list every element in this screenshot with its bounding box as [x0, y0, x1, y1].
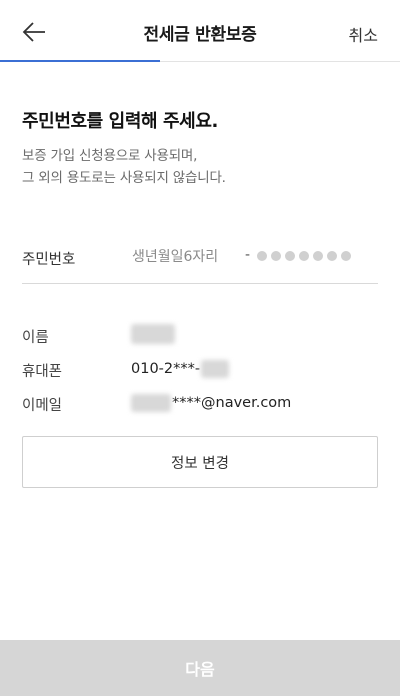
email-value: ****@naver.com	[131, 394, 291, 412]
phone-text: 010-2***-	[131, 361, 201, 377]
page-title: 전세금 반환보증	[143, 25, 257, 45]
phone-redacted	[201, 360, 230, 378]
masked-digit-dot	[313, 251, 323, 261]
masked-digit-dot	[341, 251, 351, 261]
description-line-2: 그 외의 용도로는 사용되지 않습니다.	[22, 170, 226, 186]
masked-digit-dot	[327, 251, 337, 261]
email-label: 이메일	[22, 398, 63, 414]
header: 전세금 반환보증 취소	[0, 0, 400, 62]
name-label: 이름	[22, 330, 49, 346]
section-heading: 주민번호를 입력해 주세요.	[22, 111, 218, 132]
phone-label: 휴대폰	[22, 364, 63, 380]
section-description: 보증 가입 신청용으로 사용되며, 그 외의 용도로는 사용되지 않습니다.	[22, 145, 226, 189]
next-button[interactable]: 다음	[0, 640, 400, 696]
phone-value: 010-2***-	[131, 360, 230, 378]
masked-digit-dot	[285, 251, 295, 261]
name-value	[131, 324, 175, 344]
rrn-separator: -	[245, 247, 251, 263]
cancel-button[interactable]: 취소	[349, 22, 378, 46]
app-screen: 전세금 반환보증 취소 주민번호를 입력해 주세요. 보증 가입 신청용으로 사…	[0, 0, 400, 696]
birthdate-input[interactable]	[132, 240, 246, 274]
email-redacted	[131, 394, 171, 412]
rrn-label: 주민번호	[22, 252, 76, 268]
rrn-back-masked-input[interactable]	[257, 251, 351, 261]
description-line-1: 보증 가입 신청용으로 사용되며,	[22, 148, 198, 164]
progress-bar	[0, 60, 400, 62]
masked-digit-dot	[271, 251, 281, 261]
email-text: ****@naver.com	[172, 395, 292, 411]
masked-digit-dot	[257, 251, 267, 261]
rrn-field-row: 주민번호 -	[22, 232, 378, 284]
masked-digit-dot	[299, 251, 309, 261]
progress-fill	[0, 60, 160, 62]
name-redacted	[131, 324, 175, 344]
change-info-button[interactable]: 정보 변경	[22, 436, 378, 488]
